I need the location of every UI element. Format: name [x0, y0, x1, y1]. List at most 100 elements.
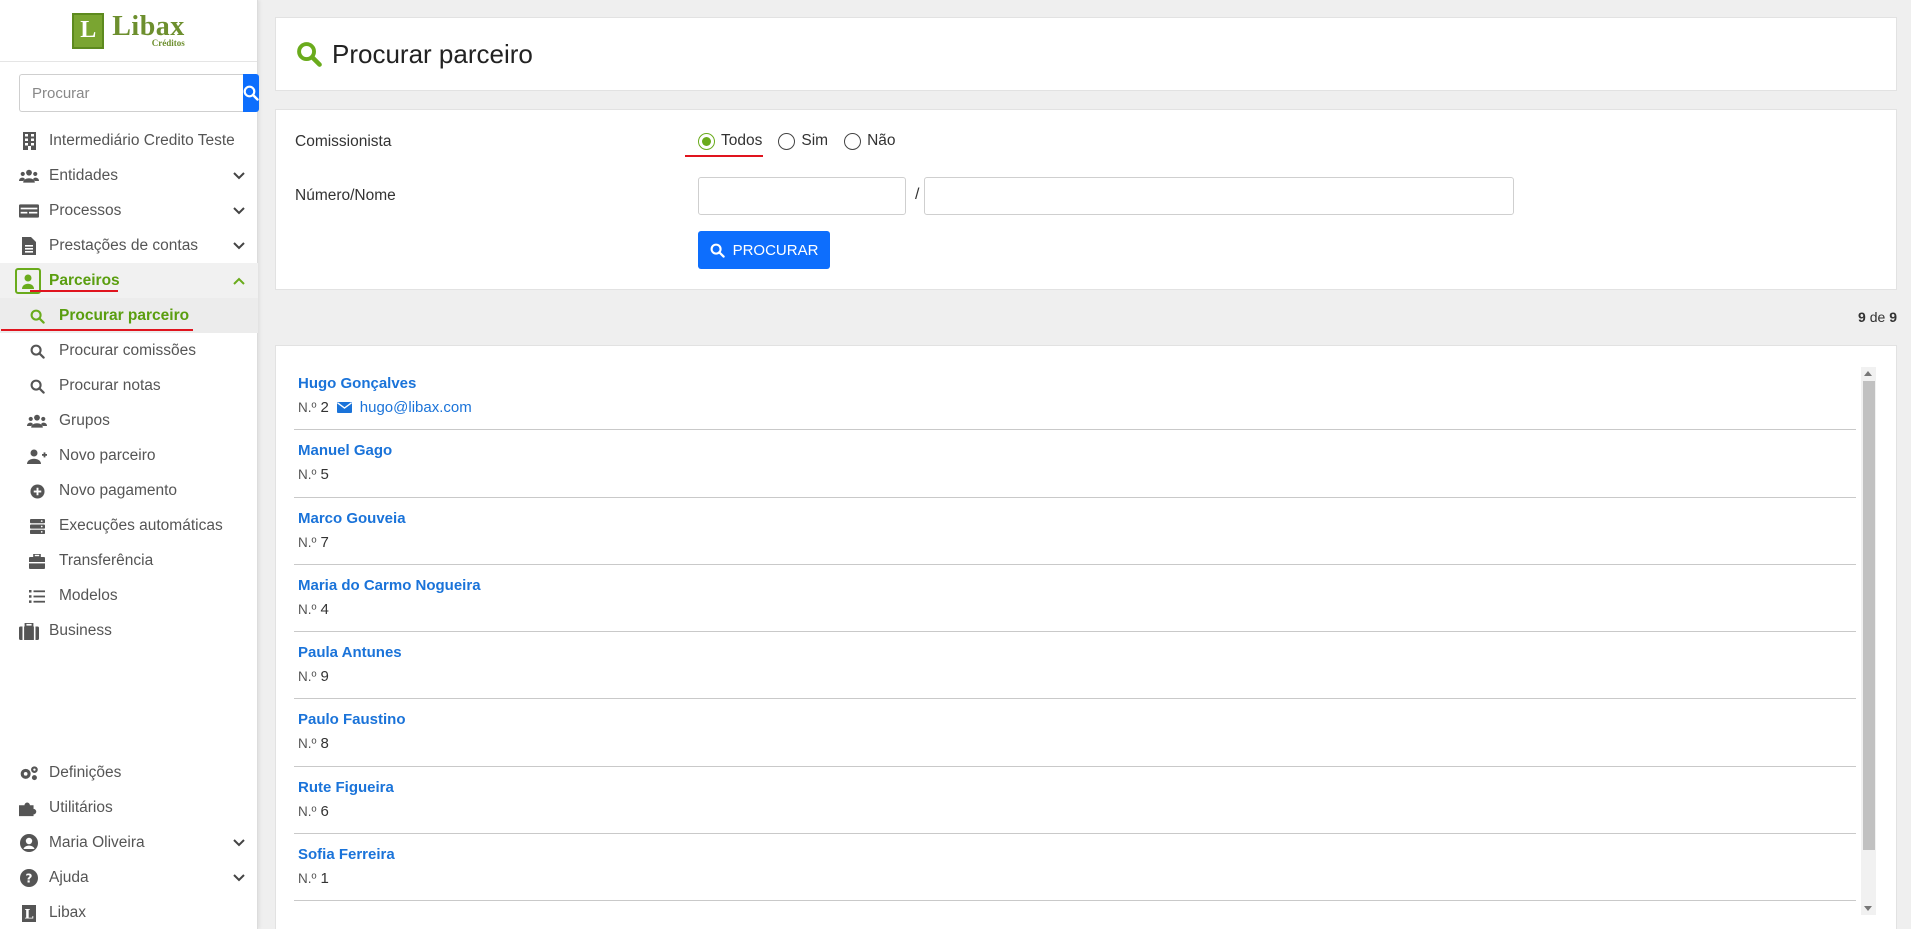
list-item[interactable]: Sofia Ferreira N.º 1 [294, 834, 1856, 902]
nome-input[interactable] [924, 177, 1514, 215]
partner-number: 4 [320, 600, 329, 618]
results-total: 9 [1889, 309, 1897, 325]
partner-number: 2 [320, 399, 329, 416]
number-prefix: N.º [298, 467, 317, 483]
partner-number: 6 [320, 802, 329, 820]
radio-nao-label[interactable]: Não [867, 132, 895, 150]
number-prefix: N.º [298, 534, 317, 550]
sidebar-item-label: Ajuda [49, 868, 89, 886]
chevron-down-icon [233, 242, 245, 250]
sidebar-subitem-grupos[interactable]: Grupos [0, 403, 258, 438]
scroll-down-arrow[interactable] [1864, 906, 1872, 911]
number-prefix: N.º [298, 736, 317, 752]
procurar-button[interactable]: PROCURAR [698, 231, 830, 269]
gears-icon [19, 764, 39, 782]
sidebar-item-label: Entidades [49, 166, 118, 184]
partner-name-link[interactable]: Paula Antunes [298, 644, 1856, 661]
results-panel: Hugo Gonçalves N.º 2 hugo@libax.com Manu… [275, 345, 1897, 929]
sidebar-item-label: Novo parceiro [59, 446, 156, 464]
sidebar-subitem-novo-parceiro[interactable]: Novo parceiro [0, 438, 258, 473]
radio-sim[interactable] [778, 132, 796, 150]
radio-todos-label[interactable]: Todos [721, 132, 762, 150]
briefcase-icon [19, 622, 39, 640]
partner-name-link[interactable]: Manuel Gago [298, 442, 1856, 459]
document-icon [19, 237, 39, 255]
users-icon [27, 412, 47, 430]
list-item[interactable]: Manuel Gago N.º 5 [294, 430, 1856, 498]
search-input[interactable] [19, 74, 243, 112]
procurar-button-label: PROCURAR [732, 241, 819, 259]
partner-name-link[interactable]: Sofia Ferreira [298, 846, 1856, 863]
sidebar-item-label: Execuções automáticas [59, 516, 223, 534]
sidebar-subitem-procurar-parceiro[interactable]: Procurar parceiro [0, 298, 258, 333]
radio-todos[interactable] [698, 132, 715, 150]
list-item[interactable]: Paula Antunes N.º 9 [294, 632, 1856, 700]
partner-name-link[interactable]: Marco Gouveia [298, 510, 1856, 527]
search-icon [27, 307, 47, 325]
partner-name-link[interactable]: Hugo Gonçalves [298, 375, 1856, 392]
sidebar-subitem-procurar-comissoes[interactable]: Procurar comissões [0, 333, 258, 368]
chevron-up-icon [233, 277, 245, 285]
scroll-up-arrow[interactable] [1864, 371, 1872, 376]
annotation-underline [1, 329, 193, 331]
list-item[interactable]: Paulo Faustino N.º 8 [294, 699, 1856, 767]
sidebar-subitem-novo-pagamento[interactable]: Novo pagamento [0, 473, 258, 508]
numero-input[interactable] [698, 177, 906, 215]
sidebar-item-label: Processos [49, 201, 122, 219]
radio-nao[interactable] [844, 132, 862, 150]
scroll-thumb[interactable] [1863, 381, 1875, 850]
number-prefix: N.º [298, 669, 317, 685]
number-prefix: N.º [298, 803, 317, 819]
sidebar-item-label: Transferência [59, 551, 154, 569]
logo-mark: L [72, 12, 105, 49]
sidebar-subitem-procurar-notas[interactable]: Procurar notas [0, 368, 258, 403]
sidebar-item-user[interactable]: Maria Oliveira [0, 825, 258, 860]
sidebar-item-label: Novo pagamento [59, 481, 178, 499]
users-icon [19, 167, 39, 185]
sidebar-subitem-transferencia[interactable]: Transferência [0, 543, 258, 578]
sidebar-item-label: Procurar notas [59, 376, 161, 394]
partner-name-link[interactable]: Rute Figueira [298, 779, 1856, 796]
sidebar-bottom-nav: Definições Utilitários Maria Oliveira ? … [0, 755, 258, 929]
sidebar-item-ajuda[interactable]: ? Ajuda [0, 860, 258, 895]
sidebar-item-intermediario[interactable]: Intermediário Credito Teste [0, 123, 258, 158]
search-icon [243, 85, 259, 101]
search-icon [27, 377, 47, 395]
list-item[interactable]: Maria do Carmo Nogueira N.º 4 [294, 565, 1856, 633]
sidebar-item-parceiros[interactable]: Parceiros [0, 263, 258, 298]
sidebar-subitem-execucoes[interactable]: Execuções automáticas [0, 508, 258, 543]
partner-email-link[interactable]: hugo@libax.com [336, 399, 472, 416]
partner-name-link[interactable]: Maria do Carmo Nogueira [298, 577, 1856, 594]
list-item[interactable]: Hugo Gonçalves N.º 2 hugo@libax.com [294, 363, 1856, 431]
sidebar-item-entidades[interactable]: Entidades [0, 158, 258, 193]
list-item[interactable]: Rute Figueira N.º 6 [294, 767, 1856, 835]
sidebar-item-label: Procurar parceiro [59, 306, 190, 324]
sidebar-nav: Intermediário Credito Teste Entidades Pr… [0, 123, 258, 648]
sidebar-search [19, 74, 259, 112]
partner-name-link[interactable]: Paulo Faustino [298, 711, 1856, 728]
logo[interactable]: L Libax Créditos [0, 0, 257, 62]
search-icon [27, 342, 47, 360]
comissionista-label: Comissionista [295, 133, 392, 150]
logo-name: Libax [112, 11, 185, 42]
search-button[interactable] [243, 74, 259, 112]
partner-number: 1 [320, 870, 329, 888]
chevron-down-icon [233, 839, 245, 847]
sidebar-item-utilitarios[interactable]: Utilitários [0, 790, 258, 825]
radio-sim-label[interactable]: Sim [801, 132, 828, 150]
sidebar-item-prestacoes[interactable]: Prestações de contas [0, 228, 258, 263]
results-count: 9 de 9 [1858, 309, 1897, 325]
list-item[interactable]: Marco Gouveia N.º 7 [294, 498, 1856, 565]
sidebar-item-label: Intermediário Credito Teste [49, 131, 235, 149]
results-list: Hugo Gonçalves N.º 2 hugo@libax.com Manu… [294, 363, 1856, 902]
sidebar-item-libax[interactable]: L Libax [0, 895, 258, 929]
sidebar-item-label: Parceiros [49, 271, 120, 289]
comissionista-radio-group: Todos Sim Não [698, 132, 906, 150]
sidebar-subitem-modelos[interactable]: Modelos [0, 578, 258, 613]
sidebar-item-definicoes[interactable]: Definições [0, 755, 258, 790]
sidebar-item-processos[interactable]: Processos [0, 193, 258, 228]
numero-nome-label: Número/Nome [295, 187, 396, 204]
results-scrollbar[interactable] [1861, 367, 1876, 915]
sidebar-item-label: Procurar comissões [59, 341, 196, 359]
sidebar-item-business[interactable]: Business [0, 613, 258, 648]
